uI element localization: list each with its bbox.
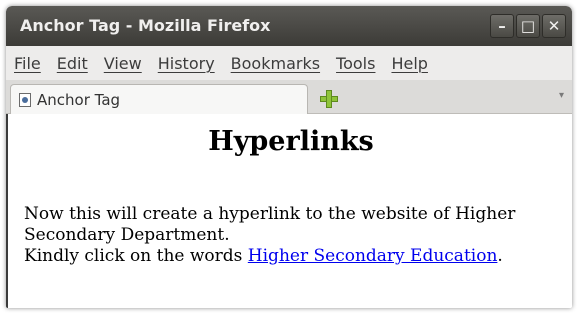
plus-icon — [320, 90, 338, 108]
close-button[interactable]: ✕ — [542, 14, 566, 38]
tab-strip: Anchor Tag ▾ — [6, 80, 572, 114]
minimize-button[interactable]: – — [490, 14, 514, 38]
new-tab-button[interactable] — [318, 88, 340, 110]
menu-tools[interactable]: Tools — [336, 54, 375, 73]
menu-bar: File Edit View History Bookmarks Tools H… — [6, 46, 572, 80]
tab-label: Anchor Tag — [37, 90, 121, 109]
maximize-button[interactable]: □ — [516, 14, 540, 38]
page-heading: Hyperlinks — [208, 126, 374, 157]
higher-secondary-education-link[interactable]: Higher Secondary Education — [248, 246, 498, 266]
menu-help[interactable]: Help — [391, 54, 427, 73]
paragraph-line-1: Now this will create a hyperlink to the … — [24, 204, 516, 245]
tab-list-dropdown-icon[interactable]: ▾ — [559, 90, 564, 101]
page-content: Hyperlinks Now this will create a hyperl… — [6, 114, 572, 308]
menu-history[interactable]: History — [158, 54, 215, 73]
window-title: Anchor Tag - Mozilla Firefox — [20, 16, 271, 35]
menu-edit[interactable]: Edit — [57, 54, 88, 73]
paragraph-line-2-suffix: . — [497, 246, 503, 266]
title-bar[interactable]: Anchor Tag - Mozilla Firefox – □ ✕ — [6, 6, 572, 46]
paragraph-line-2-prefix: Kindly click on the words — [24, 246, 248, 266]
menu-bookmarks[interactable]: Bookmarks — [231, 54, 320, 73]
menu-view[interactable]: View — [104, 54, 142, 73]
window-controls: – □ ✕ — [490, 14, 566, 38]
menu-file[interactable]: File — [14, 54, 41, 73]
browser-window: Anchor Tag - Mozilla Firefox – □ ✕ File … — [6, 6, 572, 308]
page-paragraph: Now this will create a hyperlink to the … — [24, 204, 572, 267]
screenshot-frame: Anchor Tag - Mozilla Firefox – □ ✕ File … — [0, 0, 579, 314]
page-favicon-icon — [19, 92, 31, 107]
tab-anchor-tag[interactable]: Anchor Tag — [10, 84, 308, 114]
